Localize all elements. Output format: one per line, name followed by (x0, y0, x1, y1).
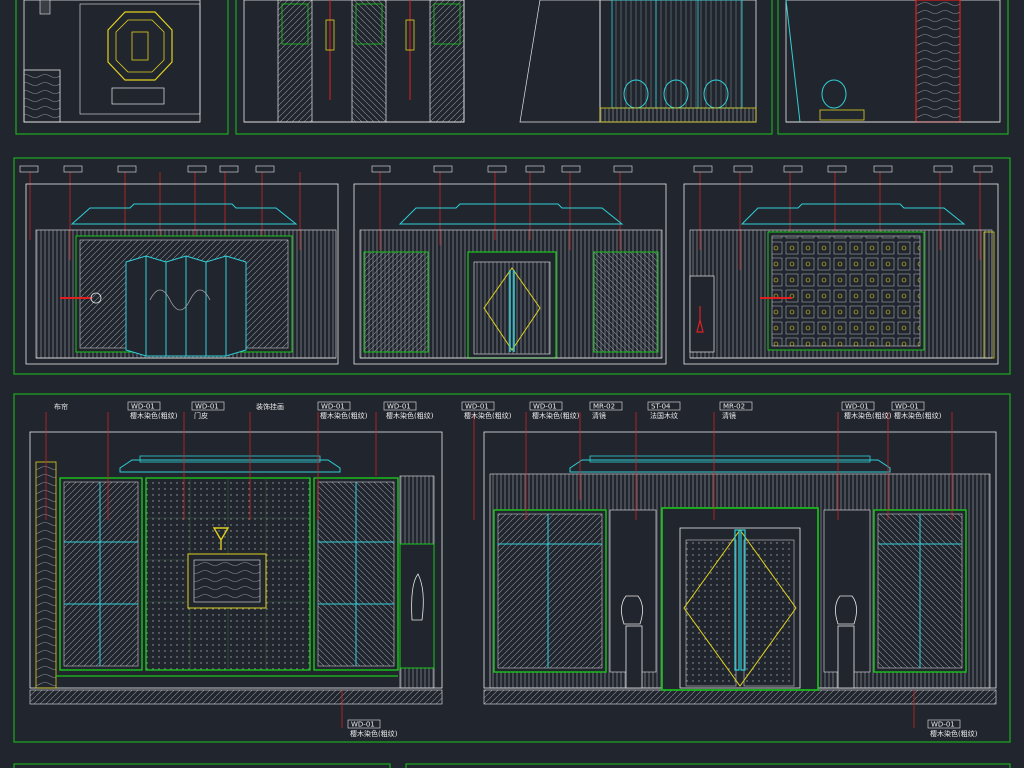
material-label: 樱木染色(粗纹) (844, 411, 892, 420)
top-row-elevations (15, 0, 1009, 135)
material-tag: WD-01门皮 (191, 401, 225, 420)
material-label: 装饰挂画 (256, 402, 284, 411)
material-label: 樱木染色(粗纹) (320, 411, 368, 420)
material-code: ST-04 (651, 403, 671, 411)
top-elevation-2 (243, 0, 465, 123)
top-elevation-4 (785, 0, 1001, 123)
material-code: WD-01 (895, 403, 919, 411)
material-tag: ST-04法国木纹 (647, 401, 681, 420)
vase-icon (821, 79, 847, 109)
material-code: MR-02 (723, 403, 745, 411)
material-label: 樱木染色(粗纹) (386, 411, 434, 420)
material-tag: WD-01樱木染色(粗纹) (461, 401, 512, 420)
middle-elevation-a (25, 183, 339, 365)
material-tag: WD-01樱木染色(粗纹) (383, 401, 434, 420)
material-code: WD-01 (533, 403, 557, 411)
material-label: 清镜 (722, 411, 736, 420)
material-label: 清镜 (592, 411, 606, 420)
bottom-row-elevations: 布帘 WD-01樱木染色(粗纹)WD-01门皮装饰挂画 WD-01樱木染色(粗纹)W… (13, 393, 1011, 743)
material-code: WD-01 (931, 721, 955, 729)
material-label: 门皮 (194, 411, 208, 420)
middle-row-elevations (13, 157, 1011, 375)
material-tag: WD-01樱木染色(粗纹) (927, 719, 978, 738)
material-code: WD-01 (131, 403, 155, 411)
material-code: WD-01 (351, 721, 375, 729)
material-code: MR-02 (593, 403, 615, 411)
material-tag: MR-02清镜 (719, 401, 753, 420)
material-code: WD-01 (845, 403, 869, 411)
material-code: WD-01 (387, 403, 411, 411)
octagon-ornament (107, 11, 173, 81)
material-label: 法国木纹 (650, 411, 678, 420)
material-tag: WD-01樱木染色(粗纹) (891, 401, 942, 420)
middle-elevation-b (353, 183, 667, 365)
top-elevation-3 (519, 0, 757, 123)
material-tag: WD-01樱木染色(粗纹) (529, 401, 580, 420)
material-tag: WD-01樱木染色(粗纹) (317, 401, 368, 420)
material-tag: MR-02清镜 (589, 401, 623, 420)
folding-screen (125, 255, 247, 357)
material-label: 樱木染色(粗纹) (894, 411, 942, 420)
material-label: 樱木染色(粗纹) (350, 729, 398, 738)
material-tag: WD-01樱木染色(粗纹) (127, 401, 178, 420)
material-label: 樱木染色(粗纹) (130, 411, 178, 420)
middle-tag-boxes (19, 165, 993, 173)
cad-elevation-sheet: 布帘 WD-01樱木染色(粗纹)WD-01门皮装饰挂画 WD-01樱木染色(粗纹)W… (13, 0, 1011, 768)
top-elevation-1 (23, 0, 201, 123)
bottom-right-elevation (473, 412, 997, 728)
material-tag: 布帘 (54, 402, 68, 411)
material-label: 樱木染色(粗纹) (464, 411, 512, 420)
material-code: WD-01 (465, 403, 489, 411)
material-code: WD-01 (321, 403, 345, 411)
material-label: 布帘 (54, 402, 68, 411)
material-code: WD-01 (195, 403, 219, 411)
material-tag: WD-01樱木染色(粗纹) (347, 719, 398, 738)
bottom-left-elevation (29, 412, 443, 728)
material-label: 樱木染色(粗纹) (532, 411, 580, 420)
material-label: 樱木染色(粗纹) (930, 729, 978, 738)
material-tag: WD-01樱木染色(粗纹) (841, 401, 892, 420)
middle-elevation-c (683, 183, 999, 365)
material-tag: 装饰挂画 (256, 402, 284, 411)
